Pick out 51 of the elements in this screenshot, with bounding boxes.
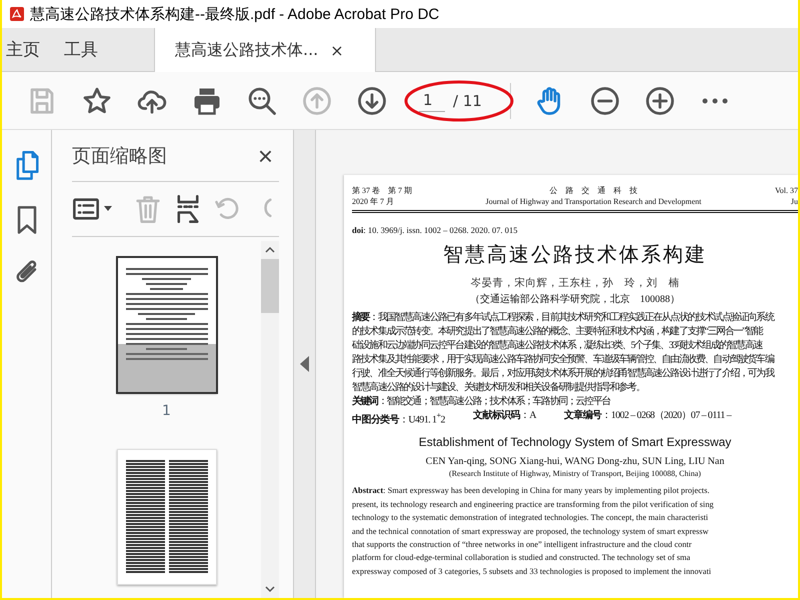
journal-header-text: 第 37 卷 第 7 期 bbox=[352, 185, 412, 196]
nav-tab[interactable]: 主页 bbox=[2, 28, 60, 71]
scroll-thumb[interactable] bbox=[261, 259, 279, 313]
panel-title: 页面缩略图 bbox=[72, 144, 167, 168]
english-abstract-line: present, its technology research and engineering practice are transforming from the pilot verification of sing bbox=[352, 498, 715, 511]
print-icon[interactable] bbox=[192, 86, 222, 116]
star-icon[interactable] bbox=[82, 86, 112, 116]
english-affiliation: (Research Institute of Highway, Ministry of Transport, Beijing 100088, China) bbox=[448, 469, 702, 478]
classification-text: 文献标识码：A bbox=[472, 409, 536, 423]
scrollbar[interactable] bbox=[261, 241, 279, 598]
english-abstract-line: platform for cloud-edge-terminal collaboration is studied and constructed. The technology set of sma bbox=[352, 552, 692, 564]
english-abstract-line: expressway composed of 3 categories, 5 subsets and 33 technologies is proposed to implement the innovati bbox=[352, 566, 712, 578]
page-thumbnail[interactable] bbox=[116, 257, 216, 393]
search-icon[interactable] bbox=[246, 86, 276, 116]
zoom-in-icon[interactable] bbox=[645, 86, 676, 116]
page-count: / 11 bbox=[453, 92, 482, 110]
app-logo-icon bbox=[10, 7, 24, 21]
close-button[interactable]: × bbox=[258, 142, 273, 168]
doi-text: doi: 10. 3969/j. issn. 1002 – 0268. 2020. 07. 015 bbox=[352, 225, 519, 235]
journal-header-text: Ju bbox=[790, 196, 798, 207]
author-list: 岑晏青，宋向辉，王东柱，孙 玲，刘 楠 bbox=[352, 276, 798, 290]
keywords-line: 关键词：智能交通；智慧高速公路；技术体系；车路协同；云控平台 bbox=[352, 395, 612, 409]
abstract-line: 智慧高速公路的设计与建设、关键技术研发和相关设备研制提供指导和参考。 bbox=[352, 381, 646, 395]
page-number-field[interactable]: 1 bbox=[419, 89, 445, 112]
page-thumbnail[interactable] bbox=[116, 449, 216, 585]
article-title: 智慧高速公路技术体系构建 bbox=[442, 241, 708, 268]
classification-text: 文章编号：1002 – 0268（2020）07 – 0111 – bbox=[564, 409, 731, 423]
english-abstract-line: Abstract: Smart expressway has been developing in China for many years by implementing pilot projects. bbox=[352, 485, 710, 498]
zoom-out-icon[interactable] bbox=[590, 86, 620, 116]
close-icon[interactable]: × bbox=[330, 40, 344, 60]
window-title: 慧高速公路技术体系构建--最终版.pdf - Adobe Acrobat Pro DC bbox=[30, 4, 440, 24]
abstract-line: 的技术集成示范转变。本研究提出了智慧高速公路的概念、主要特征和技术内涵，构建了支撑“三网合一”智能 bbox=[352, 325, 764, 339]
english-title: Establishment of Technology System of Smart Expressway bbox=[418, 435, 732, 450]
english-author-list: CEN Yan-qing, SONG Xiang-hui, WANG Dong-zhu, SUN Ling, LIU Nan bbox=[352, 456, 798, 468]
journal-header-text: Vol. 37 bbox=[775, 185, 798, 196]
abstract-line: 摘要：我国智慧高速公路已有多年试点工程探索，目前其技术研究和工程实践正在从点状的技术试点验证向系统 bbox=[352, 311, 775, 325]
abstract-line: 行驶、准全天候通行等创新服务。最后，对应用该技术体系开展的杭绍甬智慧高速公路设计进行了介绍，可为我 bbox=[352, 367, 775, 381]
english-abstract-line: technology to the systematic demonstration of integrated technologies. The concept, the main characteristi bbox=[352, 512, 710, 524]
document-tab[interactable]: 慧高速公路技术体... × bbox=[154, 28, 376, 72]
journal-header-text: 2020 年 7 月 bbox=[352, 196, 395, 207]
journal-header-text: 公 路 交 通 科 技 bbox=[548, 185, 638, 196]
abstract-line: 础设施和云边端协同云控平台建设的智慧高速公路技术体系，凝练出3类、5个子集、33项技术组成的智慧高速 bbox=[352, 339, 764, 353]
collapse-arrow-icon[interactable] bbox=[300, 356, 310, 372]
english-abstract-line: and the technical connotation of smart expressway are proposed, the technology system of smart expressw bbox=[352, 526, 710, 538]
nav-tab[interactable]: 工具 bbox=[60, 28, 118, 71]
page-number-label: 1 bbox=[162, 403, 171, 419]
affiliation-text: （交通运输部公路科学研究院，北京 100088） bbox=[469, 292, 681, 306]
classification-text: 中图分类号：U491. 1$^{+}$2 bbox=[352, 410, 445, 426]
abstract-line: 路技术集及其性能要求，用于实现高速公路车路协同安全预警、车道级车辆管控、自由流收费、自动驾驶货车编 bbox=[352, 353, 775, 367]
english-abstract-line: that supports the construction of “three networks in one” intelligent infrastructure and the cloud contr bbox=[352, 538, 693, 551]
journal-header-text: Journal of Highway and Transportation Research and Development bbox=[486, 196, 702, 207]
